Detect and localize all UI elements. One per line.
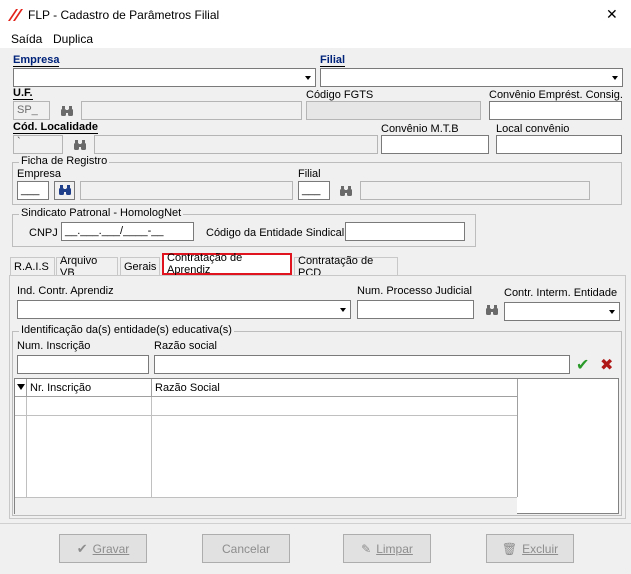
codigo-fgts-label: Código FGTS (306, 89, 374, 101)
tab-rais[interactable]: R.A.I.S (10, 257, 55, 275)
entidades-title: Identificação da(s) entidade(s) educativ… (19, 324, 234, 336)
tab-contratacao-aprendiz[interactable]: Contratação de Aprendiz (162, 252, 292, 276)
razao-social-label: Razão social (154, 340, 217, 352)
convenio-mtb-field[interactable] (381, 135, 489, 154)
gravar-button[interactable]: ✔ Gravar (59, 534, 147, 563)
local-convenio-label: Local convênio (496, 123, 570, 135)
excluir-label: Excluir (522, 541, 559, 556)
trash-icon: 🗑 (501, 541, 518, 556)
processo-search-button[interactable] (482, 300, 502, 320)
horizontal-scrollbar[interactable] (15, 497, 517, 514)
codigo-fgts-field (306, 101, 481, 120)
contr-interm-select[interactable] (504, 302, 620, 321)
contr-interm-label: Contr. Interm. Entidade (504, 287, 618, 299)
uf-label: U.F. (13, 87, 33, 100)
ficha-registro-title: Ficha de Registro (19, 155, 110, 167)
cnpj-field[interactable]: __.___.___/____-__ (61, 222, 194, 241)
num-processo-label: Num. Processo Judicial (357, 285, 472, 297)
limpar-label: Limpar (376, 541, 413, 556)
check-icon: ✔ (76, 540, 88, 556)
num-inscricao-label: Num. Inscrição (17, 340, 91, 352)
filial-select[interactable] (320, 68, 623, 87)
ficha-empresa-description (80, 181, 293, 200)
binoculars-icon (74, 139, 86, 150)
localidade-search-button[interactable] (70, 135, 90, 155)
convenio-emprest-field[interactable] (489, 101, 622, 120)
convenio-emprest-label: Convênio Emprést. Consig. (489, 89, 623, 101)
sindicato-title: Sindicato Patronal - HomologNet (19, 207, 184, 219)
chevron-down-icon[interactable] (335, 301, 350, 318)
title-bar: FLP - Cadastro de Parâmetros Filial ✕ (0, 0, 631, 30)
limpar-button[interactable]: ✎ Limpar (343, 534, 431, 563)
tab-arquivo-vb[interactable]: Arquivo VB (56, 255, 118, 279)
confirm-icon[interactable]: ✔ (576, 355, 589, 375)
codigo-entidade-label: Código da Entidade Sindical (206, 227, 345, 239)
filial-label: Filial (320, 54, 346, 67)
cancelar-label: Cancelar (221, 541, 271, 556)
tab-gerais[interactable]: Gerais (120, 257, 160, 275)
menu-duplica[interactable]: Duplica (53, 32, 93, 46)
tab-contratacao-pcd[interactable]: Contratação de PCD (294, 255, 398, 279)
binoculars-icon (340, 185, 352, 196)
local-convenio-field[interactable] (496, 135, 622, 154)
codigo-entidade-field[interactable] (345, 222, 465, 241)
table-row[interactable] (15, 397, 517, 416)
cancelar-button[interactable]: Cancelar (202, 534, 290, 563)
gravar-label: Gravar (92, 541, 130, 556)
ind-contr-label: Ind. Contr. Aprendiz (17, 285, 114, 297)
empresa-label: Empresa (13, 54, 60, 67)
row-indicator-icon (17, 384, 25, 390)
ficha-empresa-label: Empresa (17, 168, 62, 180)
ficha-empresa-field[interactable]: ___ (17, 181, 49, 200)
column-nr-inscricao[interactable]: Nr. Inscrição (30, 382, 91, 394)
column-razao-social[interactable]: Razão Social (155, 382, 220, 394)
empresa-select[interactable] (13, 68, 316, 87)
binoculars-icon (61, 105, 73, 116)
razao-social-field[interactable] (154, 355, 570, 374)
grid-header: Nr. Inscrição Razão Social (15, 379, 517, 397)
close-icon[interactable]: ✕ (606, 6, 618, 23)
localidade-description (94, 135, 378, 154)
chevron-down-icon[interactable] (604, 303, 619, 320)
cnpj-label: CNPJ (29, 227, 58, 239)
delete-icon[interactable]: ✖ (600, 355, 613, 375)
binoculars-icon (58, 185, 71, 195)
uf-description (81, 101, 302, 120)
ind-contr-select[interactable] (17, 300, 351, 319)
num-processo-field[interactable] (357, 300, 474, 319)
menu-saida[interactable]: Saída (11, 32, 42, 46)
uf-search-button[interactable] (57, 101, 77, 121)
convenio-mtb-label: Convênio M.T.B (381, 123, 459, 135)
cod-localidade-label: Cód. Localidade (13, 121, 98, 134)
ficha-filial-search-button[interactable] (336, 181, 356, 201)
chevron-down-icon[interactable] (300, 69, 315, 86)
chevron-down-icon[interactable] (607, 69, 622, 86)
app-logo-icon (7, 8, 23, 22)
eraser-icon: ✎ (361, 541, 372, 556)
ficha-empresa-search-button[interactable] (54, 181, 75, 200)
uf-field[interactable]: SP_ (13, 101, 50, 120)
menu-bar: Saída Duplica (0, 30, 631, 48)
ficha-filial-description (360, 181, 590, 200)
ficha-filial-label: Filial (298, 168, 321, 180)
excluir-button[interactable]: 🗑 Excluir (486, 534, 574, 563)
cod-localidade-field[interactable]: ` (13, 135, 63, 154)
num-inscricao-field[interactable] (17, 355, 149, 374)
entidades-grid[interactable]: Nr. Inscrição Razão Social (14, 378, 619, 514)
window-title: FLP - Cadastro de Parâmetros Filial (28, 8, 220, 22)
ficha-filial-field[interactable]: ___ (298, 181, 330, 200)
binoculars-icon (486, 304, 498, 315)
